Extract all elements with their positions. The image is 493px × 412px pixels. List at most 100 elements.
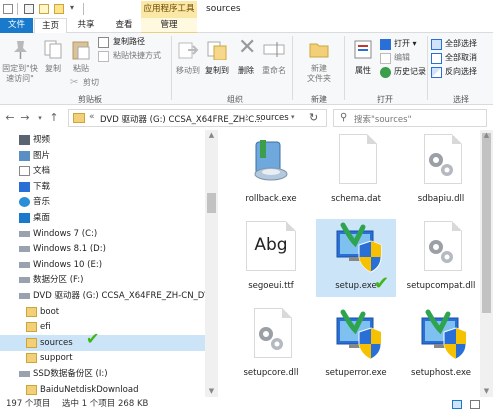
recent-locations-chevron-icon[interactable]: ▾ (33, 112, 47, 124)
nav-item[interactable]: Windows 10 (E:) (0, 257, 205, 273)
tab-file[interactable]: 文件 (0, 18, 33, 33)
separator (17, 3, 18, 15)
file-item[interactable]: setuperror.exe (316, 306, 396, 384)
scroll-up-icon[interactable]: ▲ (207, 131, 216, 139)
nav-scrollbar[interactable] (205, 130, 218, 397)
nav-item[interactable]: Windows 7 (C:) (0, 226, 205, 242)
select-none-button[interactable]: 全部取消 (431, 53, 491, 65)
file-name: setupcompat.dll (406, 281, 476, 291)
nav-scrollbar-thumb[interactable] (207, 193, 216, 213)
nav-item[interactable]: 音乐 (0, 194, 205, 210)
properties-button[interactable]: 属性 (350, 36, 376, 80)
search-input[interactable]: ⚲ 搜索"sources" (333, 109, 487, 127)
select-all-button[interactable]: 全部选择 (431, 39, 491, 51)
organize-group-label: 组织 (227, 95, 243, 104)
copy-path-button[interactable]: 复制路径 (98, 37, 170, 49)
content-scrollbar-thumb[interactable] (482, 133, 491, 313)
group-separator (427, 36, 428, 100)
clipboard-group-label: 剪贴板 (78, 95, 102, 104)
scissors-icon: ✂ (70, 77, 79, 88)
move-to-button[interactable]: 移动到 (174, 36, 202, 80)
new-folder-icon[interactable] (54, 4, 64, 14)
file-item[interactable]: setupcore.dll (231, 306, 311, 384)
nav-item-label: 图片 (33, 150, 51, 161)
pin-to-quick-access-button[interactable]: 固定到"快速访问" (2, 36, 38, 92)
dll-gear-icon (244, 306, 298, 364)
folder-icon (26, 353, 37, 364)
scroll-up-icon[interactable]: ▲ (482, 131, 491, 139)
file-item[interactable]: setuphost.exe (401, 306, 481, 384)
window-title: sources (206, 4, 241, 14)
address-dropdown-icon[interactable]: ▾ (291, 113, 295, 121)
properties-label: 属性 (355, 66, 371, 75)
file-view: rollback.exe schema.dat sdbapiu.dll Abg sego… (218, 130, 480, 397)
history-button[interactable]: 历史记录 (380, 67, 426, 79)
large-icons-view-icon[interactable] (470, 400, 480, 409)
nav-item-label: Windows 7 (C:) (33, 228, 98, 239)
edit-button[interactable]: 编辑 (380, 53, 426, 65)
scroll-down-icon[interactable]: ▼ (207, 387, 216, 395)
nav-item-label: 下载 (33, 181, 51, 192)
copy-to-icon (207, 41, 227, 60)
refresh-icon[interactable]: ↻ (309, 111, 318, 124)
nav-item[interactable]: Windows 8.1 (D:) (0, 241, 205, 257)
nav-item[interactable]: 视频 (0, 132, 205, 148)
paste-button[interactable]: 粘贴 (68, 36, 94, 80)
scroll-down-icon[interactable]: ▼ (482, 387, 491, 395)
forward-arrow-icon[interactable]: → (18, 112, 32, 124)
tab-view[interactable]: 查看 (107, 18, 141, 33)
nav-item[interactable]: sources ✔ (0, 330, 205, 351)
file-item[interactable]: rollback.exe (231, 132, 311, 210)
new-folder-icon (309, 43, 329, 58)
nav-item[interactable]: 数据分区 (F:) (0, 272, 205, 288)
invert-selection-button[interactable]: 反向选择 (431, 67, 491, 79)
qat-dropdown-icon[interactable]: ▾ (70, 3, 74, 12)
checkbox-icon[interactable] (24, 4, 34, 14)
tab-home[interactable]: 主页 (34, 18, 67, 34)
folder-icon (26, 306, 37, 317)
back-arrow-icon[interactable]: ← (3, 112, 17, 124)
tab-manage[interactable]: 管理 (141, 18, 197, 33)
file-item[interactable]: setupcompat.dll (401, 219, 481, 297)
breadcrumb-current[interactable]: sources (256, 113, 289, 123)
file-name: setuphost.exe (411, 368, 471, 378)
file-item[interactable]: Abg segoeui.ttf (231, 219, 311, 297)
nav-item[interactable]: 桌面 (0, 210, 205, 226)
drive-icon (19, 246, 30, 253)
nav-item[interactable]: 图片 (0, 148, 205, 164)
quick-access-properties-icon[interactable] (39, 4, 49, 14)
nav-item-label: support (40, 353, 73, 364)
context-tab-label: 应用程序工具 (141, 1, 197, 18)
breadcrumb-drive[interactable]: DVD 驱动器 (G:) CCSA_X64FRE_ZH-C... (100, 113, 262, 125)
nav-item[interactable]: boot (0, 304, 205, 320)
select-none-label: 全部取消 (445, 53, 477, 62)
nav-item[interactable]: 文档 (0, 163, 205, 179)
nav-item[interactable]: BaiduNetdiskDownload (0, 382, 205, 398)
nav-item[interactable]: support (0, 350, 205, 366)
delete-button[interactable]: ✕ 删除 (234, 36, 258, 80)
copy-to-button[interactable]: 复制到 (203, 36, 231, 80)
open-button[interactable]: 打开 ▾ (380, 39, 426, 51)
nav-item[interactable]: efi (0, 319, 205, 335)
file-item[interactable]: schema.dat (316, 132, 396, 210)
breadcrumb-overflow[interactable]: « (89, 112, 95, 122)
history-label: 历史记录 (394, 67, 426, 76)
file-item[interactable]: sdbapiu.dll (401, 132, 481, 210)
ribbon-tab-strip: 文件 主页 共享 查看 管理 (0, 18, 493, 34)
file-item[interactable]: setup.exe ✔ (316, 219, 396, 297)
move-to-label: 移动到 (176, 66, 200, 75)
nav-item[interactable]: DVD 驱动器 (G:) CCSA_X64FRE_ZH-CN_DV5 (0, 288, 215, 304)
nav-item-label: 视频 (33, 135, 51, 145)
copy-button[interactable]: 复制 (40, 36, 66, 80)
tab-share[interactable]: 共享 (68, 18, 104, 33)
paste-shortcut-button[interactable]: 粘贴快捷方式 (98, 51, 170, 63)
new-folder-button[interactable]: 新建 文件夹 (302, 36, 336, 90)
address-input[interactable]: « DVD 驱动器 (G:) CCSA_X64FRE_ZH-C... › sou… (68, 109, 327, 127)
rename-button[interactable]: 重命名 (258, 36, 290, 80)
up-arrow-icon[interactable]: ↑ (47, 112, 61, 124)
nav-item[interactable]: SSD数据备份区 (I:) (0, 366, 205, 382)
folder-icon (26, 322, 37, 333)
details-view-icon[interactable] (452, 400, 462, 409)
cut-button[interactable]: ✂ 剪切 (70, 77, 110, 90)
nav-item[interactable]: 下载 (0, 179, 205, 195)
